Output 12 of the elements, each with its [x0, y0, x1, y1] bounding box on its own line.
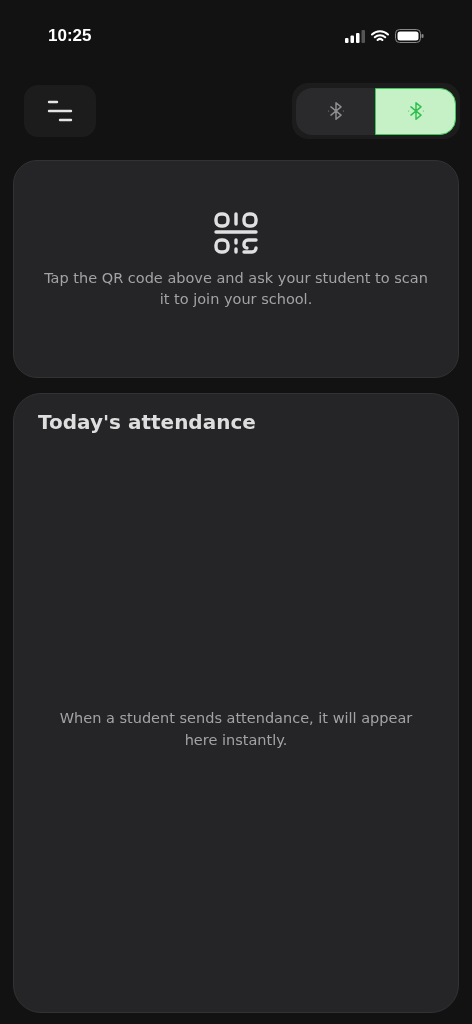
- wifi-icon: [371, 29, 389, 43]
- menu-button[interactable]: [24, 85, 96, 137]
- battery-icon: [395, 29, 424, 43]
- status-time: 10:25: [48, 25, 92, 48]
- bluetooth-toggle-option[interactable]: [296, 87, 375, 135]
- menu-icon: [47, 100, 73, 122]
- attendance-title: Today's attendance: [38, 409, 257, 436]
- bluetooth-toggle-option[interactable]: [375, 87, 456, 135]
- qr-instruction: Tap the QR code above and ask your student to scan it to join your school.: [43, 268, 429, 309]
- qr-code-icon[interactable]: [213, 210, 259, 256]
- signal-icon: [345, 29, 365, 43]
- attendance-empty-message: When a student sends attendance, it will appear here instantly.: [58, 709, 414, 750]
